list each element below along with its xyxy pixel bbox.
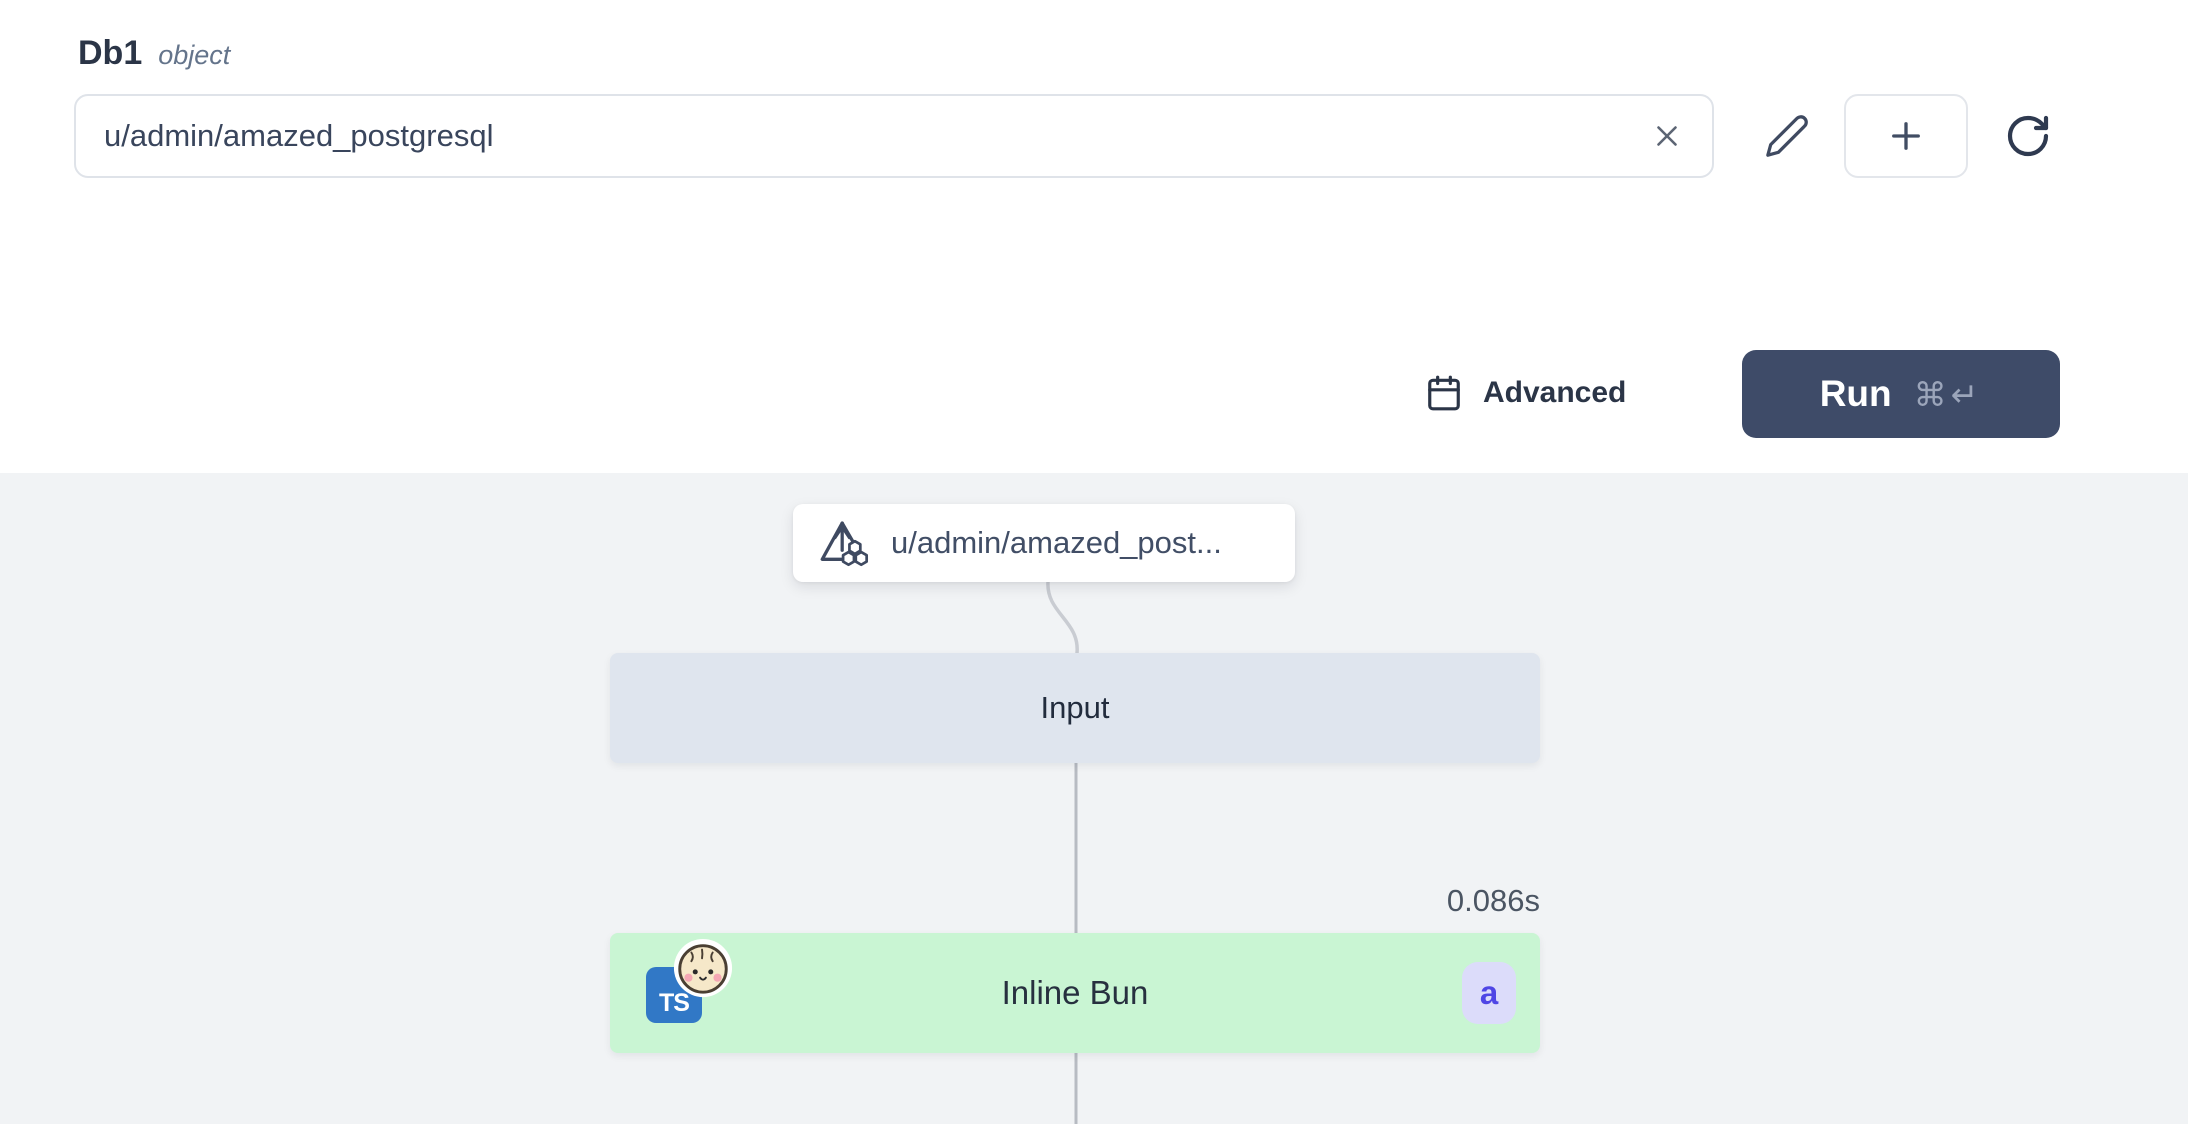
- step-node[interactable]: TS Inline Bun a: [610, 933, 1540, 1053]
- input-node-label: Input: [1041, 690, 1110, 726]
- database-explorer-icon: [815, 514, 873, 572]
- plus-icon: [1885, 115, 1927, 157]
- step-id-badge: a: [1462, 962, 1516, 1024]
- bun-icon: [672, 937, 734, 999]
- resource-path-input[interactable]: [76, 96, 1712, 176]
- run-button[interactable]: Run ⌘↵: [1742, 350, 2060, 438]
- resource-node-label: u/admin/amazed_post...: [891, 525, 1222, 561]
- refresh-icon: [2004, 112, 2052, 160]
- step-duration: 0.086s: [1240, 883, 1540, 919]
- advanced-button[interactable]: Advanced: [1425, 360, 1626, 426]
- x-icon: [1650, 119, 1684, 153]
- pencil-icon: [1764, 113, 1810, 159]
- clear-button[interactable]: [1640, 109, 1694, 163]
- refresh-button[interactable]: [1986, 94, 2070, 178]
- field-type-label: object: [158, 40, 230, 71]
- advanced-label: Advanced: [1483, 376, 1626, 410]
- edit-button[interactable]: [1748, 94, 1826, 178]
- edge-resource-to-input: [1048, 582, 1077, 653]
- app-window: Db1 object Advanced: [0, 0, 2188, 1124]
- flow-canvas: u/admin/amazed_post... Input 0.086s TS I…: [0, 473, 2188, 1124]
- resource-node[interactable]: u/admin/amazed_post...: [793, 504, 1295, 582]
- resource-path-field: [74, 94, 1714, 178]
- input-node[interactable]: Input: [610, 653, 1540, 763]
- run-label: Run: [1820, 373, 1892, 415]
- field-label-row: Db1 object: [78, 34, 230, 73]
- step-node-label: Inline Bun: [1002, 974, 1149, 1012]
- add-resource-button[interactable]: [1844, 94, 1968, 178]
- field-title: Db1: [78, 34, 142, 73]
- calendar-icon: [1425, 374, 1463, 412]
- run-shortcut-hint: ⌘↵: [1914, 375, 1983, 414]
